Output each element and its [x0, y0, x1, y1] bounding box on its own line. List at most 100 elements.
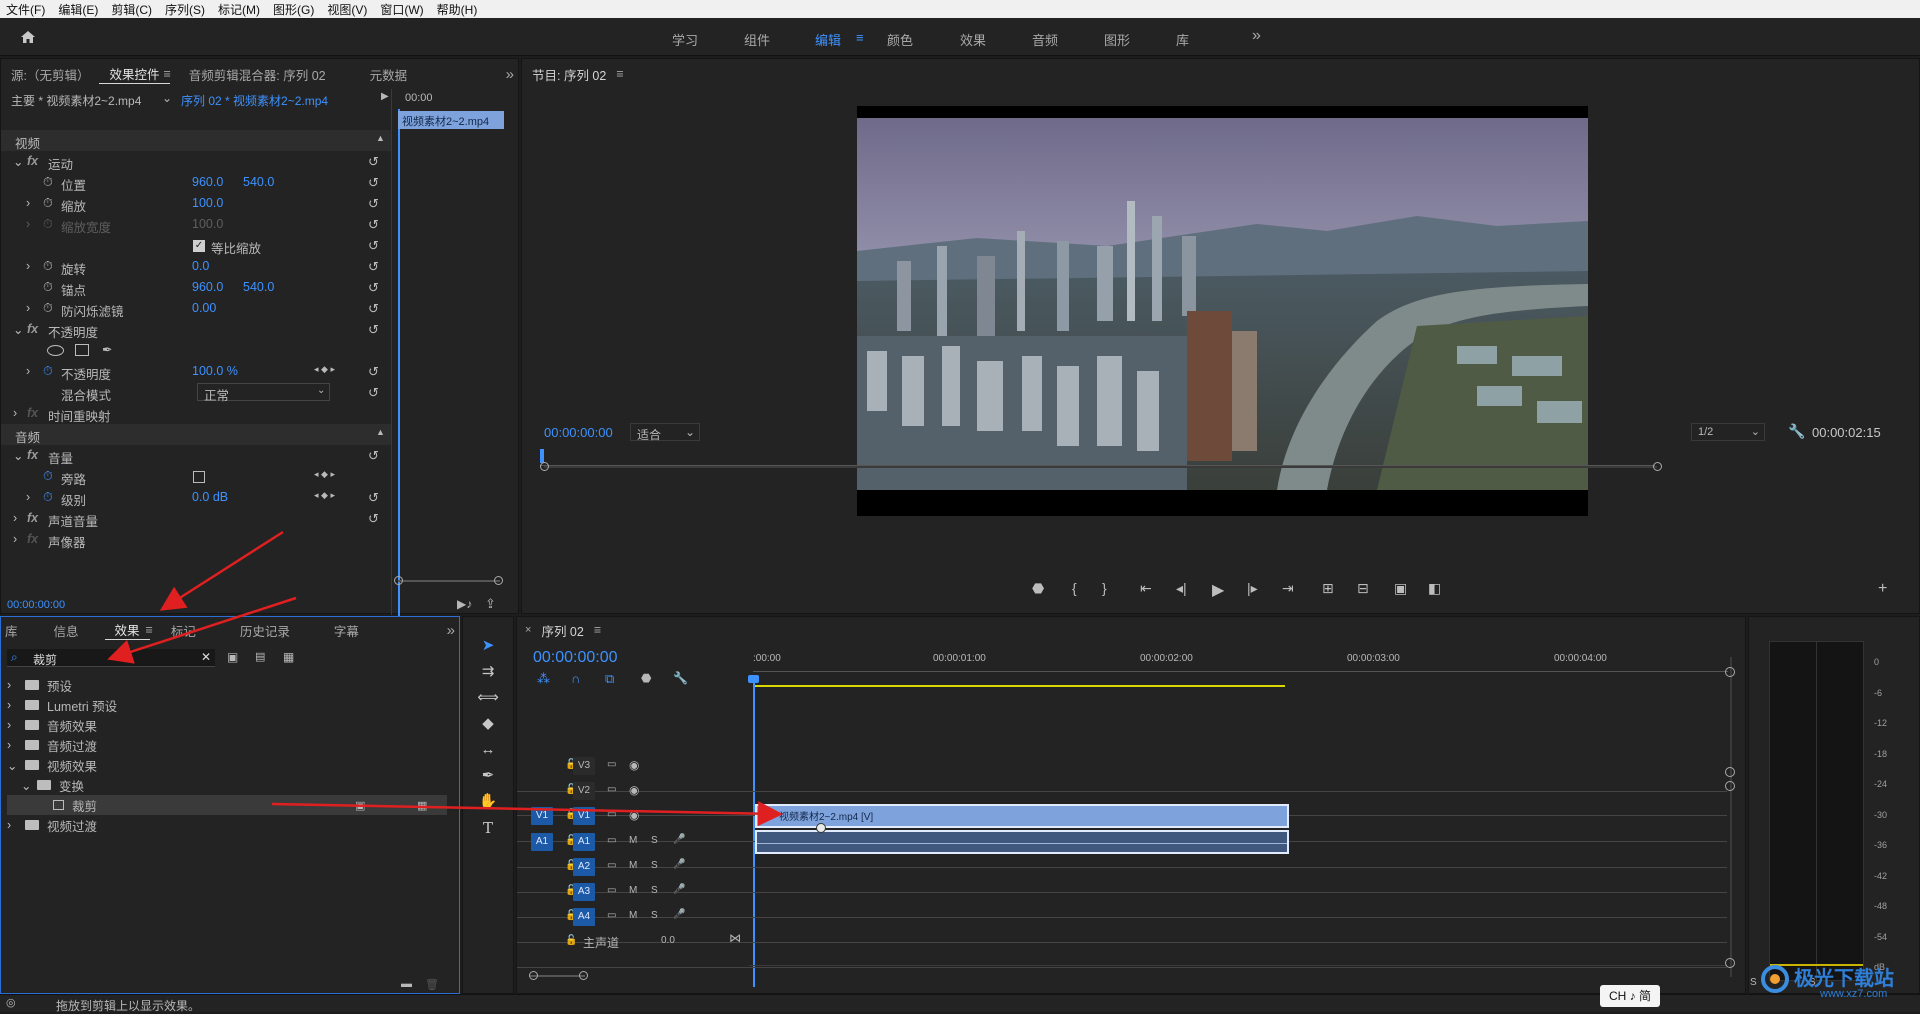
menu-graphics[interactable]: 图形(G) [273, 1, 314, 18]
panel-overflow-icon[interactable]: » [506, 66, 514, 83]
mark-in-icon[interactable]: { [1072, 580, 1077, 596]
track-v1[interactable]: V1 [573, 807, 595, 825]
slip-tool-icon[interactable]: ↔ [476, 738, 500, 762]
audio-clip[interactable] [755, 830, 1289, 854]
mute-button[interactable]: M [629, 885, 637, 896]
resolution-dropdown[interactable]: 1/2 ⌄ [1691, 423, 1765, 441]
clear-search-icon[interactable]: ✕ [201, 650, 211, 664]
play-icon[interactable]: ▶ [1212, 580, 1224, 600]
scroll-handle[interactable] [1725, 667, 1735, 677]
track-a4[interactable]: A4 [573, 908, 595, 926]
tab-info[interactable]: 信息 [44, 621, 89, 640]
go-to-end-icon[interactable]: ⋈ [729, 931, 741, 945]
scroll-handle[interactable] [529, 971, 538, 980]
monitor-zoom-bar[interactable] [544, 466, 1657, 468]
film-sync-icon[interactable]: ▭ [607, 860, 616, 871]
workspace-learn[interactable]: 学习 [672, 30, 698, 49]
master-clip-label[interactable]: 主要 * 视频素材2~2.mp4 [11, 92, 141, 109]
blend-mode-row[interactable]: 混合模式 正常 ⌄ ↺ [1, 382, 391, 403]
fit-dropdown[interactable]: 适合 ⌄ [630, 423, 700, 442]
ellipse-mask-icon[interactable] [47, 345, 64, 356]
tree-item-crop[interactable]: 裁剪 ▣ ▦ [7, 795, 447, 815]
menu-sequence[interactable]: 序列(S) [165, 1, 205, 18]
volume-row[interactable]: ⌄ fx 音量 ↺ [1, 445, 391, 466]
mic-icon[interactable]: 🎤 [673, 909, 685, 920]
uniform-scale-row[interactable]: ✓ 等比缩放 ↺ [1, 235, 391, 256]
type-tool-icon[interactable]: T [476, 816, 500, 840]
playhead-handle[interactable] [748, 675, 759, 683]
anchor-row[interactable]: ⏱ 锚点 960.0 540.0 ↺ [1, 277, 391, 298]
tree-item-video-effects[interactable]: ⌄ 视频效果 [7, 755, 97, 775]
antiflicker-row[interactable]: › ⏱ 防闪烁滤镜 0.00 ↺ [1, 298, 391, 319]
mark-out-icon[interactable]: } [1102, 580, 1107, 596]
effect-controls-timecode[interactable]: 00:00:00:00 [7, 599, 65, 611]
hamburger-icon[interactable]: ≡ [146, 623, 153, 637]
tree-item-presets[interactable]: › 预设 [7, 675, 72, 695]
track-a1[interactable]: A1 [573, 833, 595, 851]
step-back-icon[interactable]: ◂| [1176, 580, 1187, 597]
filter-audio-icon[interactable]: ▶♪ [457, 597, 472, 611]
menu-window[interactable]: 窗口(W) [380, 1, 423, 18]
solo-button[interactable]: S [651, 910, 658, 921]
tab-sequence[interactable]: 序列 02 [531, 621, 593, 640]
tab-captions[interactable]: 字幕 [324, 621, 369, 640]
solo-button[interactable]: S [651, 835, 658, 846]
monitor-playhead[interactable] [540, 449, 544, 463]
scroll-handle[interactable] [540, 462, 549, 471]
delete-icon[interactable]: 🗑 [425, 978, 439, 991]
master-volume-value[interactable]: 0.0 [661, 935, 675, 946]
channel-volume-row[interactable]: › fx 声道音量 ↺ [1, 508, 391, 529]
track-a3[interactable]: A3 [573, 883, 595, 901]
hamburger-icon[interactable]: ≡ [856, 30, 864, 45]
workspace-audio[interactable]: 音频 [1032, 30, 1058, 49]
source-patch-a1[interactable]: A1 [531, 833, 553, 851]
mic-icon[interactable]: 🎤 [673, 859, 685, 870]
scroll-handle[interactable] [1725, 958, 1735, 968]
rectangle-mask-icon[interactable] [75, 344, 89, 356]
level-row[interactable]: › ⏱ 级别 0.0 dB ◂ ◆ ▸ ↺ [1, 487, 391, 508]
step-forward-icon[interactable]: |▸ [1247, 580, 1258, 597]
film-sync-icon[interactable]: ▭ [607, 885, 616, 896]
workspace-overflow-icon[interactable]: » [1252, 27, 1261, 45]
tree-item-audio-effects[interactable]: › 音频效果 [7, 715, 97, 735]
video-frame[interactable] [857, 106, 1588, 516]
track-select-tool-icon[interactable]: ⇉ [476, 660, 500, 684]
bypass-row[interactable]: ⏱ 旁路 ◂ ◆ ▸ [1, 466, 391, 487]
program-timecode[interactable]: 00:00:00:00 [544, 425, 613, 440]
mic-icon[interactable]: 🎤 [673, 884, 685, 895]
marker-icon[interactable]: ⬣ [1032, 580, 1044, 597]
motion-row[interactable]: ⌄ fx 运动 ↺ [1, 151, 391, 172]
tab-audio-clip-mixer[interactable]: 音频剪辑混合器: 序列 02 [179, 65, 336, 84]
lock-icon[interactable]: 🔓 [565, 935, 577, 946]
tree-item-video-transitions[interactable]: › 视频过渡 [7, 815, 97, 835]
film-sync-icon[interactable]: ▭ [607, 835, 616, 846]
rotation-row[interactable]: › ⏱ 旋转 0.0 ↺ [1, 256, 391, 277]
workspace-effects[interactable]: 效果 [960, 30, 986, 49]
yuv-effects-icon[interactable]: ▦ [283, 650, 294, 664]
timeline-timecode[interactable]: 00:00:00:00 [533, 649, 618, 667]
scale-row[interactable]: › ⏱ 缩放 100.0 ↺ [1, 193, 391, 214]
go-to-in-icon[interactable]: ⇤ [1140, 580, 1152, 597]
track-v3[interactable]: V3 [573, 757, 595, 775]
source-patch-v1[interactable]: V1 [531, 807, 553, 825]
32bit-effects-icon[interactable]: ▤ [255, 650, 265, 663]
camera-icon[interactable]: ▣ [1394, 580, 1407, 597]
tree-item-audio-transitions[interactable]: › 音频过渡 [7, 735, 97, 755]
hamburger-icon[interactable]: ≡ [616, 67, 623, 81]
effects-search-input[interactable]: 裁剪 [33, 651, 57, 668]
tab-effects[interactable]: 效果 [104, 620, 150, 640]
video-clip[interactable]: 视频素材2~2.mp4 [V] [755, 804, 1289, 828]
effects-search-box[interactable]: ⌕ 裁剪 ✕ [7, 649, 215, 667]
scroll-handle[interactable] [494, 576, 503, 585]
eye-icon[interactable]: ◉ [629, 783, 639, 797]
home-icon[interactable] [20, 30, 36, 44]
pen-tool-icon[interactable]: ✒ [476, 764, 500, 788]
film-sync-icon[interactable]: ▭ [607, 910, 616, 921]
workspace-assembly[interactable]: 组件 [744, 30, 770, 49]
track-a2[interactable]: A2 [573, 858, 595, 876]
tab-libraries[interactable]: 库 [1, 621, 28, 640]
pen-mask-icon[interactable]: ✒ [102, 342, 112, 357]
hand-tool-icon[interactable]: ✋ [476, 790, 500, 814]
nest-toggle-icon[interactable]: ⁂ [537, 671, 550, 687]
film-sync-icon[interactable]: ▭ [607, 759, 616, 770]
